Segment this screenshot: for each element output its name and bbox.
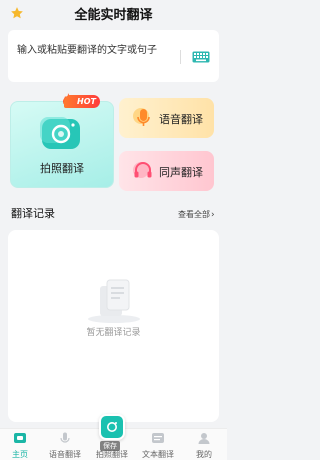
voice-translate-card[interactable]: 语音翻译 (119, 98, 214, 138)
simultaneous-translate-label: 同声翻译 (159, 166, 203, 179)
tab-voice-label: 语音翻译 (49, 450, 81, 459)
history-section-title: 翻译记录 (11, 207, 55, 220)
history-list: 暂无翻译记录 (8, 230, 219, 422)
tab-text-label: 文本翻译 (142, 450, 174, 459)
text-input-area[interactable]: 输入或粘贴要翻译的文字或句子 (8, 30, 219, 82)
photo-translate-label: 拍照翻译 (40, 162, 84, 175)
tab-text-translate[interactable]: 文本翻译 (138, 429, 178, 460)
app-header: 全能实时翻译 (0, 0, 227, 30)
empty-state-text: 暂无翻译记录 (86, 328, 141, 338)
microphone-icon (133, 108, 150, 126)
save-tooltip: 保存 (100, 441, 120, 451)
headset-icon (133, 162, 152, 178)
keyboard-icon[interactable] (192, 51, 210, 63)
tab-profile-label: 我的 (196, 450, 212, 459)
input-placeholder[interactable]: 输入或粘贴要翻译的文字或句子 (17, 43, 177, 58)
page-title: 全能实时翻译 (74, 8, 153, 23)
tab-profile[interactable]: 我的 (184, 429, 224, 460)
hot-badge: HOT (64, 95, 100, 108)
camera-icon (40, 117, 80, 149)
empty-document-icon (88, 279, 140, 323)
home-icon (14, 433, 26, 443)
tab-home[interactable]: 主页 (0, 429, 40, 460)
text-icon (152, 433, 164, 443)
photo-translate-card[interactable]: 拍照翻译 (10, 101, 114, 188)
tab-voice-translate[interactable]: 语音翻译 (45, 429, 85, 460)
photo-fab-button[interactable] (99, 414, 125, 440)
microphone-icon (60, 432, 70, 443)
camera-icon (107, 422, 117, 432)
profile-icon (198, 433, 210, 444)
voice-translate-label: 语音翻译 (159, 113, 203, 126)
chevron-right-icon: › (211, 210, 215, 220)
view-all-label: 查看全部 (178, 210, 210, 219)
view-all-link[interactable]: 查看全部› (178, 209, 215, 220)
divider (180, 50, 181, 64)
simultaneous-translate-card[interactable]: 同声翻译 (119, 151, 214, 191)
